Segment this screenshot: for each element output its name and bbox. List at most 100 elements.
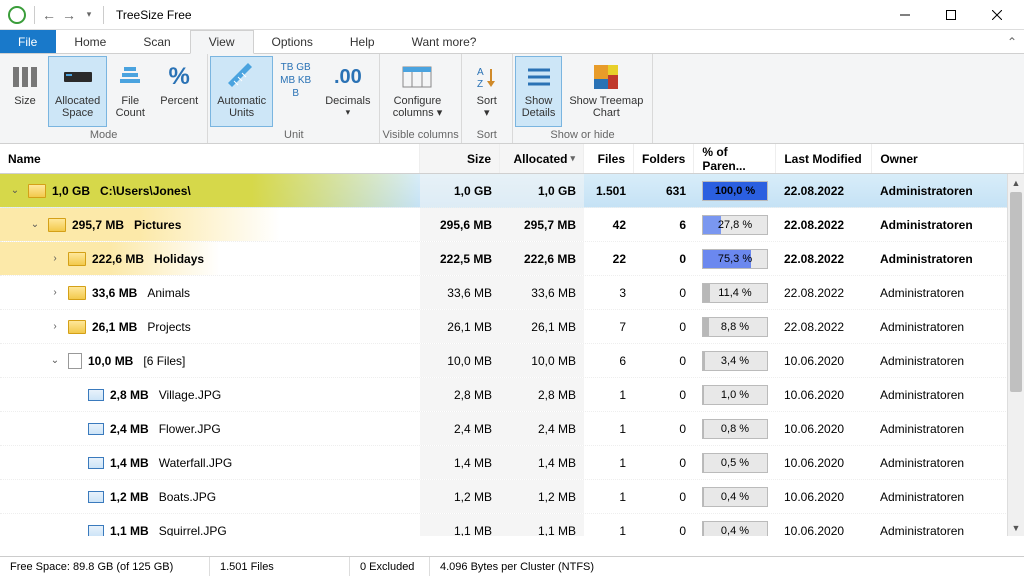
name-cell: ⌄10,0 MB[6 Files] [0, 344, 420, 377]
chevron-right-icon[interactable]: › [48, 252, 62, 266]
show-details-button[interactable]: Show Details [515, 56, 563, 127]
tree-row[interactable]: ⌄10,0 MB[6 Files]10,0 MB10,0 MB603,4 %10… [0, 344, 1024, 378]
col-allocated[interactable]: Allocated▾ [500, 144, 584, 173]
back-button[interactable]: ← [39, 5, 59, 25]
status-files: 1.501 Files [210, 557, 350, 576]
tab-scan[interactable]: Scan [125, 30, 189, 53]
cell-files: 1.501 [584, 174, 634, 207]
cell-folders: 0 [634, 480, 694, 513]
col-size[interactable]: Size [420, 144, 500, 173]
cell-files: 1 [584, 412, 634, 445]
item-name: Waterfall.JPG [159, 456, 233, 470]
col-owner[interactable]: Owner [872, 144, 1024, 173]
scroll-thumb[interactable] [1010, 192, 1022, 392]
maximize-button[interactable] [928, 0, 974, 30]
file-icon [68, 353, 82, 369]
unit-auto-button[interactable]: Automatic Units [210, 56, 273, 127]
col-percent[interactable]: % of Paren... [694, 144, 776, 173]
tree-row[interactable]: 1,1 MBSquirrel.JPG1,1 MB1,1 MB100,4 %10.… [0, 514, 1024, 536]
tree-row[interactable]: ⌄1,0 GBC:\Users\Jones\1,0 GB1,0 GB1.5016… [0, 174, 1024, 208]
image-file-icon [88, 491, 104, 503]
col-name[interactable]: Name [0, 144, 420, 173]
tree-row[interactable]: ›222,6 MBHolidays222,5 MB222,6 MB22075,3… [0, 242, 1024, 276]
chevron-right-icon[interactable]: › [48, 286, 62, 300]
minimize-button[interactable] [882, 0, 928, 30]
tree-row[interactable]: 2,4 MBFlower.JPG2,4 MB2,4 MB100,8 %10.06… [0, 412, 1024, 446]
name-cell: 1,1 MBSquirrel.JPG [0, 514, 420, 536]
size-label: 222,6 MB [92, 252, 144, 266]
cell-folders: 0 [634, 446, 694, 479]
cell-allocated: 2,8 MB [500, 378, 584, 411]
chevron-right-icon[interactable]: › [48, 320, 62, 334]
tree-row[interactable]: ⌄295,7 MBPictures295,6 MB295,7 MB42627,8… [0, 208, 1024, 242]
cell-files: 1 [584, 446, 634, 479]
item-name: [6 Files] [143, 354, 185, 368]
name-cell: ⌄295,7 MBPictures [0, 208, 420, 241]
cell-files: 3 [584, 276, 634, 309]
cell-files: 1 [584, 378, 634, 411]
folder-icon [68, 252, 86, 266]
cell-percent: 0,8 % [694, 412, 776, 445]
chevron-down-icon[interactable]: ⌄ [8, 184, 22, 198]
folder-icon [48, 218, 66, 232]
cell-owner: Administratoren [872, 208, 1024, 241]
dropdown-history[interactable]: ▾ [79, 5, 99, 25]
unit-fixed-button[interactable]: TB GB MB KB B [273, 56, 318, 127]
item-name: Boats.JPG [159, 490, 216, 504]
tab-options[interactable]: Options [254, 30, 332, 53]
cell-allocated: 33,6 MB [500, 276, 584, 309]
cell-modified: 10.06.2020 [776, 378, 872, 411]
close-button[interactable] [974, 0, 1020, 30]
col-modified[interactable]: Last Modified [776, 144, 872, 173]
show-treemap-button[interactable]: Show Treemap Chart [562, 56, 650, 127]
cell-folders: 631 [634, 174, 694, 207]
ribbon-group-visible: Visible columns [382, 127, 458, 143]
tab-home[interactable]: Home [56, 30, 125, 53]
tab-file[interactable]: File [0, 30, 56, 53]
cell-owner: Administratoren [872, 242, 1024, 275]
col-folders[interactable]: Folders [634, 144, 694, 173]
stack-icon [114, 61, 146, 93]
tree-row[interactable]: 1,2 MBBoats.JPG1,2 MB1,2 MB100,4 %10.06.… [0, 480, 1024, 514]
chevron-down-icon[interactable]: ⌄ [28, 218, 42, 232]
cell-percent: 1,0 % [694, 378, 776, 411]
tab-help[interactable]: Help [332, 30, 394, 53]
mode-size-button[interactable]: Size [2, 56, 48, 127]
chevron-down-icon[interactable]: ⌄ [48, 354, 62, 368]
scroll-down-icon[interactable]: ▼ [1008, 519, 1024, 536]
cell-percent: 100,0 % [694, 174, 776, 207]
tree-row[interactable]: ›33,6 MBAnimals33,6 MB33,6 MB3011,4 %22.… [0, 276, 1024, 310]
cell-folders: 0 [634, 276, 694, 309]
app-icon [8, 6, 26, 24]
forward-button[interactable]: → [59, 5, 79, 25]
vertical-scrollbar[interactable]: ▲ ▼ [1007, 174, 1024, 536]
cell-size: 1,2 MB [420, 480, 500, 513]
item-name: Pictures [134, 218, 181, 232]
svg-text:A: A [477, 67, 484, 78]
statusbar: Free Space: 89.8 GB (of 125 GB) 1.501 Fi… [0, 556, 1024, 576]
ribbon-collapse-button[interactable]: ⌃ [1000, 30, 1024, 53]
tree-row[interactable]: 1,4 MBWaterfall.JPG1,4 MB1,4 MB100,5 %10… [0, 446, 1024, 480]
mode-allocated-button[interactable]: Allocated Space [48, 56, 107, 127]
tab-view[interactable]: View [190, 30, 254, 54]
unit-decimals-button[interactable]: .00Decimals▾ [318, 56, 377, 127]
name-cell: 1,4 MBWaterfall.JPG [0, 446, 420, 479]
mode-percent-button[interactable]: %Percent [153, 56, 205, 127]
configure-columns-button[interactable]: Configure columns ▾ [382, 56, 452, 127]
cell-allocated: 1,0 GB [500, 174, 584, 207]
item-name: Squirrel.JPG [159, 524, 227, 537]
size-label: 1,0 GB [52, 184, 90, 198]
tab-want-more[interactable]: Want more? [394, 30, 496, 53]
cell-percent: 0,5 % [694, 446, 776, 479]
size-label: 1,2 MB [110, 490, 149, 504]
col-files[interactable]: Files [584, 144, 634, 173]
scroll-up-icon[interactable]: ▲ [1008, 174, 1024, 191]
mode-filecount-button[interactable]: File Count [107, 56, 153, 127]
tree-row[interactable]: ›26,1 MBProjects26,1 MB26,1 MB708,8 %22.… [0, 310, 1024, 344]
sort-button[interactable]: AZSort ▾ [464, 56, 510, 127]
tree-row[interactable]: 2,8 MBVillage.JPG2,8 MB2,8 MB101,0 %10.0… [0, 378, 1024, 412]
cell-modified: 10.06.2020 [776, 514, 872, 536]
cell-modified: 22.08.2022 [776, 310, 872, 343]
image-file-icon [88, 525, 104, 537]
folder-icon [28, 184, 46, 198]
